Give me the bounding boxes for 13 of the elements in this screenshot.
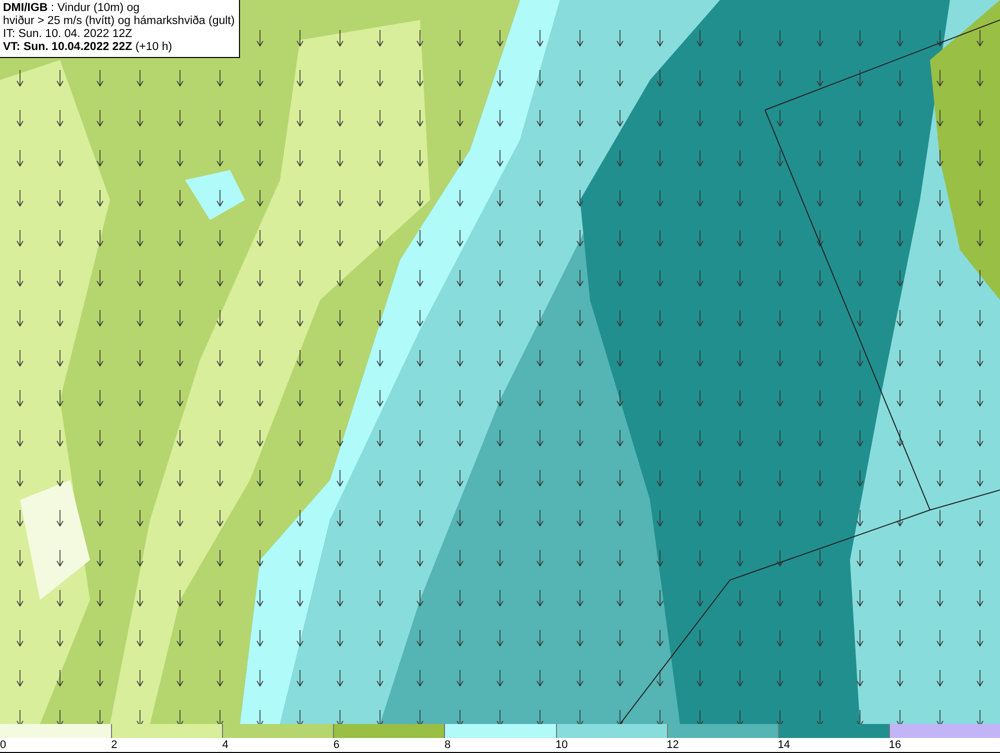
title-line: VT: Sun. 10.04.2022 22Z (+10 h) — [3, 41, 174, 54]
title-line: DMI/IGB : Vindur (10m) og — [3, 2, 141, 15]
legend-tick-label: 14 — [778, 738, 790, 752]
legend-tick-label: 8 — [444, 738, 451, 752]
legend-tick-label: 12 — [666, 738, 679, 752]
legend-tick-label: 2 — [111, 738, 118, 752]
legend-tick-label: 6 — [333, 738, 340, 752]
legend-tick-label: 0 — [0, 738, 6, 752]
title-line: IT: Sun. 10. 04. 2022 12Z — [3, 28, 134, 41]
legend-tick-label: 16 — [888, 738, 902, 752]
legend-tick-label: 4 — [222, 738, 228, 752]
title-line: hviður > 25 m/s (hvítt) og hámarkshviða (gult) — [3, 15, 235, 28]
legend-tick-label: 10 — [556, 738, 568, 752]
